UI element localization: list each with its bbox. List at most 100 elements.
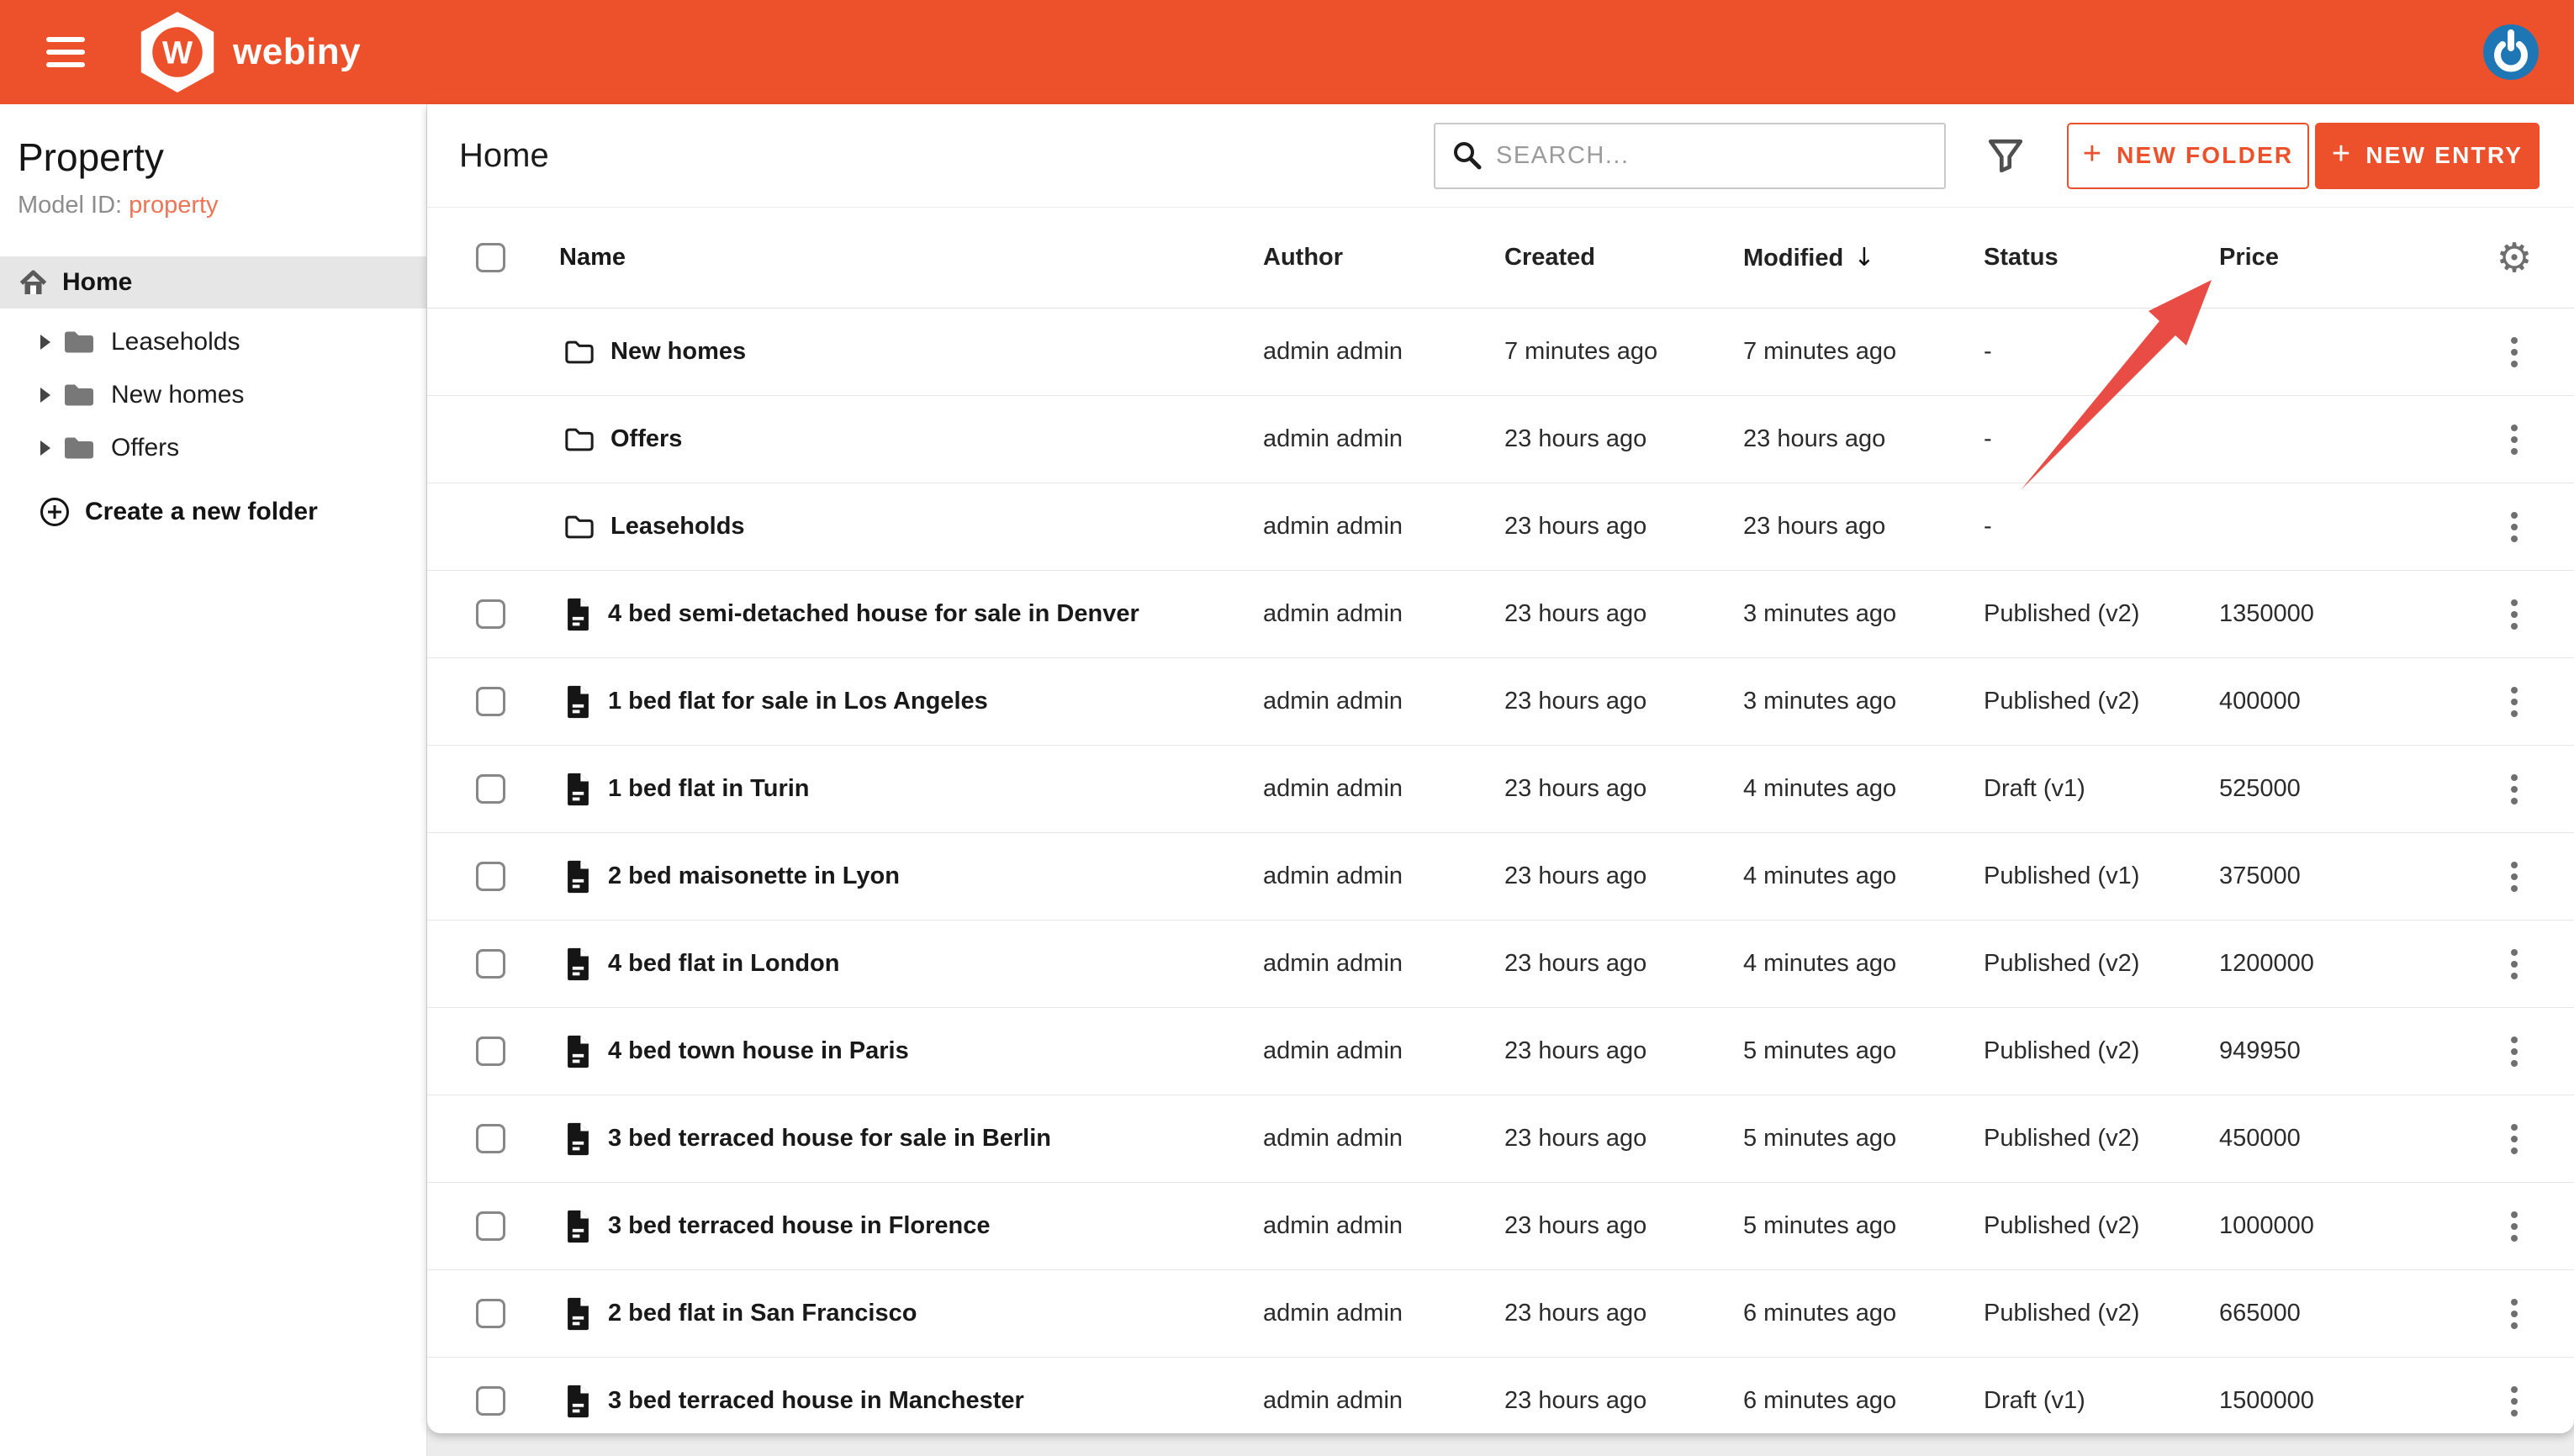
document-icon	[564, 1121, 592, 1157]
modified-cell: 3 minutes ago	[1743, 600, 1897, 627]
new-folder-button[interactable]: + NEW FOLDER	[2067, 122, 2309, 189]
sidebar-folder-offers[interactable]: Offers	[0, 421, 426, 474]
price-cell: 400000	[2219, 688, 2301, 715]
row-menu-button[interactable]	[2504, 1117, 2524, 1161]
entry-name[interactable]: 1 bed flat in Turin	[608, 775, 810, 803]
row-menu-button[interactable]	[2504, 505, 2524, 549]
entry-name[interactable]: 2 bed maisonette in Lyon	[608, 863, 900, 890]
author-cell: admin admin	[1263, 775, 1403, 802]
entry-name[interactable]: 4 bed flat in London	[608, 950, 839, 978]
author-cell: admin admin	[1263, 338, 1403, 365]
entry-name[interactable]: 3 bed terraced house in Florence	[608, 1212, 990, 1240]
row-menu-button[interactable]	[2504, 1380, 2524, 1423]
entry-name[interactable]: 4 bed town house in Paris	[608, 1037, 909, 1065]
row-menu-button[interactable]	[2504, 768, 2524, 811]
sidebar-folder-new-homes[interactable]: New homes	[0, 368, 426, 421]
modified-cell: 5 minutes ago	[1743, 1037, 1897, 1064]
row-menu-button[interactable]	[2504, 1030, 2524, 1074]
row-checkbox[interactable]	[476, 1386, 505, 1416]
author-cell: admin admin	[1263, 513, 1403, 540]
table-row-entry[interactable]: 2 bed maisonette in Lyon admin admin 23 …	[427, 833, 2574, 921]
table-row-folder[interactable]: Leaseholds admin admin 23 hours ago 23 h…	[427, 483, 2574, 571]
table-row-entry[interactable]: 4 bed town house in Paris admin admin 23…	[427, 1008, 2574, 1095]
table-row-entry[interactable]: 4 bed flat in London admin admin 23 hour…	[427, 921, 2574, 1008]
status-cell: -	[1984, 513, 1992, 540]
sidebar-item-home[interactable]: Home	[0, 256, 426, 309]
modified-cell: 3 minutes ago	[1743, 688, 1897, 715]
new-entry-button[interactable]: + NEW ENTRY	[2315, 122, 2540, 189]
chevron-right-icon[interactable]	[40, 440, 50, 456]
row-checkbox[interactable]	[476, 1299, 505, 1328]
new-entry-label: NEW ENTRY	[2365, 142, 2524, 168]
table-row-entry[interactable]: 3 bed terraced house in Florence admin a…	[427, 1183, 2574, 1270]
folder-name[interactable]: Offers	[610, 425, 682, 453]
created-cell: 23 hours ago	[1504, 775, 1647, 802]
column-header-created: Created	[1504, 244, 1595, 271]
modified-cell: 23 hours ago	[1743, 425, 1886, 452]
sidebar-folder-label: Leaseholds	[111, 327, 240, 356]
table-settings-gear-icon[interactable]: ⚙	[2496, 238, 2532, 278]
table-row-entry[interactable]: 1 bed flat in Turin admin admin 23 hours…	[427, 746, 2574, 833]
select-all-checkbox[interactable]	[476, 243, 505, 272]
row-menu-button[interactable]	[2504, 680, 2524, 724]
status-cell: Published (v2)	[1984, 950, 2140, 977]
row-checkbox[interactable]	[476, 687, 505, 716]
user-avatar[interactable]	[2483, 24, 2539, 80]
table-row-folder[interactable]: New homes admin admin 7 minutes ago 7 mi…	[427, 309, 2574, 396]
create-new-folder-button[interactable]: Create a new folder	[0, 496, 426, 528]
table-row-entry[interactable]: 1 bed flat for sale in Los Angeles admin…	[427, 658, 2574, 746]
folder-icon	[564, 514, 595, 541]
created-cell: 23 hours ago	[1504, 425, 1647, 452]
row-checkbox[interactable]	[476, 599, 505, 629]
document-icon	[564, 1209, 592, 1244]
row-menu-button[interactable]	[2504, 942, 2524, 986]
entry-name[interactable]: 4 bed semi-detached house for sale in De…	[608, 600, 1139, 628]
row-menu-button[interactable]	[2504, 1205, 2524, 1248]
table-row-entry[interactable]: 2 bed flat in San Francisco admin admin …	[427, 1270, 2574, 1358]
home-icon	[19, 270, 47, 294]
chevron-right-icon[interactable]	[40, 387, 50, 403]
menu-icon[interactable]	[46, 37, 85, 67]
row-menu-button[interactable]	[2504, 855, 2524, 899]
folder-name[interactable]: New homes	[610, 338, 746, 366]
entry-name[interactable]: 3 bed terraced house in Manchester	[608, 1387, 1024, 1415]
author-cell: admin admin	[1263, 1037, 1403, 1064]
price-cell: 1000000	[2219, 1212, 2314, 1239]
column-header-modified[interactable]: Modified ↓	[1743, 243, 1984, 272]
table-row-folder[interactable]: Offers admin admin 23 hours ago 23 hours…	[427, 396, 2574, 483]
author-cell: admin admin	[1263, 425, 1403, 452]
row-checkbox[interactable]	[476, 1211, 505, 1241]
row-checkbox[interactable]	[476, 949, 505, 979]
table-row-entry[interactable]: 4 bed semi-detached house for sale in De…	[427, 571, 2574, 658]
filter-button[interactable]	[1986, 136, 2025, 175]
status-cell: Published (v2)	[1984, 600, 2140, 627]
row-checkbox[interactable]	[476, 774, 505, 804]
sidebar-folder-leaseholds[interactable]: Leaseholds	[0, 315, 426, 368]
row-menu-button[interactable]	[2504, 418, 2524, 462]
author-cell: admin admin	[1263, 950, 1403, 977]
entry-name[interactable]: 1 bed flat for sale in Los Angeles	[608, 688, 988, 715]
row-menu-button[interactable]	[2504, 330, 2524, 374]
entry-name[interactable]: 3 bed terraced house for sale in Berlin	[608, 1125, 1051, 1153]
entry-name[interactable]: 2 bed flat in San Francisco	[608, 1300, 917, 1327]
document-icon	[564, 1296, 592, 1332]
folder-icon	[564, 426, 595, 453]
search-input[interactable]	[1496, 141, 1929, 170]
webiny-logo[interactable]: W webiny	[137, 10, 361, 94]
row-menu-button[interactable]	[2504, 1292, 2524, 1336]
status-cell: Published (v2)	[1984, 1125, 2140, 1152]
document-icon	[564, 597, 592, 632]
row-checkbox[interactable]	[476, 1124, 505, 1153]
table-row-entry[interactable]: 3 bed terraced house in Manchester admin…	[427, 1358, 2574, 1433]
row-menu-button[interactable]	[2504, 593, 2524, 636]
folder-name[interactable]: Leaseholds	[610, 513, 745, 541]
created-cell: 23 hours ago	[1504, 1300, 1647, 1327]
folder-tree: Leaseholds New homes Offers	[0, 315, 426, 474]
chevron-right-icon[interactable]	[40, 334, 50, 350]
row-checkbox[interactable]	[476, 862, 505, 891]
created-cell: 7 minutes ago	[1504, 338, 1658, 365]
table-row-entry[interactable]: 3 bed terraced house for sale in Berlin …	[427, 1095, 2574, 1183]
modified-cell: 5 minutes ago	[1743, 1125, 1897, 1152]
row-checkbox[interactable]	[476, 1037, 505, 1066]
model-title: Property	[18, 135, 164, 179]
